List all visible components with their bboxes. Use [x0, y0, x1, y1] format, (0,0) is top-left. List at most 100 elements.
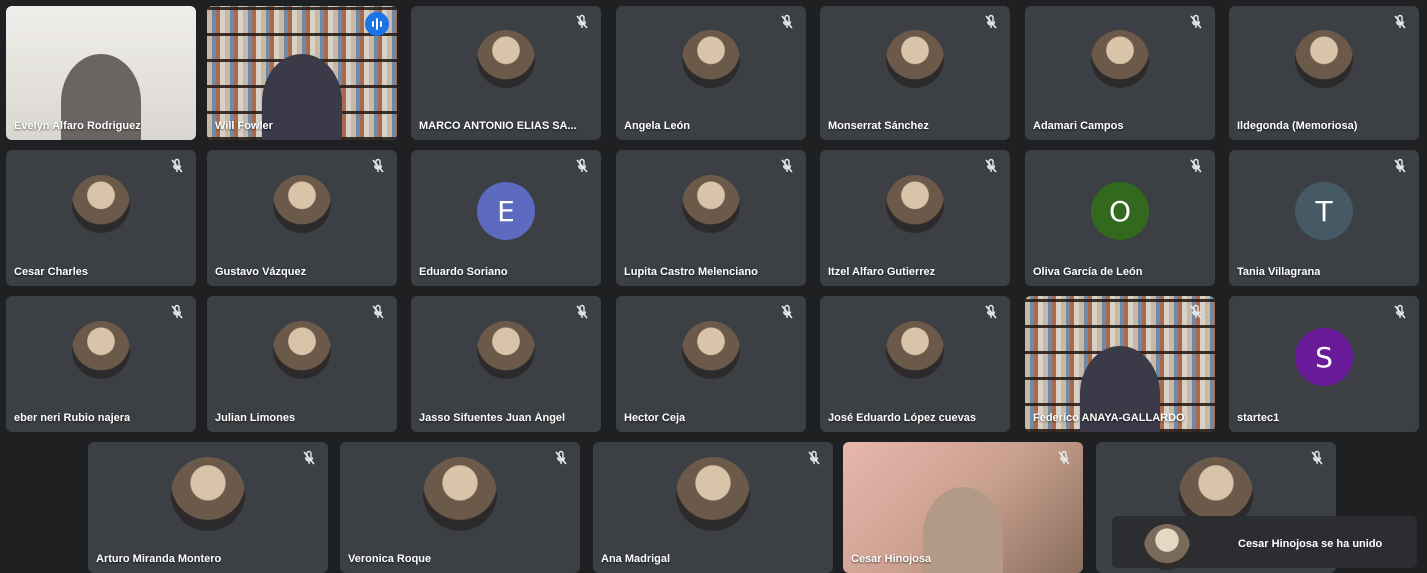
participant-tile[interactable]: Federico ANAYA-GALLARDO	[1025, 296, 1215, 432]
mic-off-icon	[1310, 450, 1324, 466]
avatar-photo	[682, 30, 740, 88]
mic-off-icon	[554, 450, 568, 466]
participant-tile[interactable]: MARCO ANTONIO ELIAS SA...	[411, 6, 601, 140]
notification-text: Cesar Hinojosa se ha unido	[1238, 538, 1383, 550]
mic-off-icon	[984, 304, 998, 320]
mic-off-icon	[1393, 14, 1407, 30]
participant-tile[interactable]: Ildegonda (Memoriosa)	[1229, 6, 1419, 140]
participant-name: Jasso Sifuentes Juan Ángel	[419, 412, 566, 424]
avatar-photo	[423, 456, 497, 531]
participant-tile[interactable]: Gustavo Vázquez	[207, 150, 397, 286]
mic-off-icon	[371, 158, 385, 174]
notification-avatar	[1144, 524, 1190, 570]
participant-tile[interactable]: Monserrat Sánchez	[820, 6, 1010, 140]
participant-tile[interactable]: eber neri Rubio najera	[6, 296, 196, 432]
mic-off-icon	[575, 14, 589, 30]
participant-tile[interactable]: Angela León	[616, 6, 806, 140]
participant-name: José Eduardo López cuevas	[828, 412, 976, 424]
mic-off-icon	[807, 450, 821, 466]
participant-tile[interactable]: Evelyn Alfaro Rodriguez	[6, 6, 196, 140]
participant-name: Cesar Charles	[14, 266, 88, 278]
participant-tile[interactable]: Julian Limones	[207, 296, 397, 432]
participant-tile[interactable]: Hector Ceja	[616, 296, 806, 432]
mic-off-icon	[575, 158, 589, 174]
participant-name: Monserrat Sánchez	[828, 120, 929, 132]
participant-name: Will Fowler	[215, 120, 273, 132]
participant-name: Veronica Roque	[348, 553, 432, 565]
avatar-photo	[1295, 30, 1353, 88]
participant-tile[interactable]: Veronica Roque	[340, 442, 580, 573]
participant-tile[interactable]: Adamari Campos	[1025, 6, 1215, 140]
participant-name: MARCO ANTONIO ELIAS SA...	[419, 120, 577, 132]
mic-off-icon	[1189, 14, 1203, 30]
participant-name: Gustavo Vázquez	[215, 266, 307, 278]
mic-off-icon	[170, 304, 184, 320]
participant-name: Eduardo Soriano	[419, 266, 508, 278]
mic-off-icon	[575, 304, 589, 320]
participant-name: Hector Ceja	[624, 412, 686, 424]
participant-name: Ana Madrigal	[601, 553, 671, 565]
participant-tile[interactable]: Itzel Alfaro Gutierrez	[820, 150, 1010, 286]
participant-name: Oliva García de León	[1033, 266, 1143, 278]
participant-grid: Evelyn Alfaro Rodriguez Will Fowler MARCO …	[0, 0, 1427, 573]
participant-name: Evelyn Alfaro Rodriguez	[14, 120, 141, 132]
participant-tile[interactable]: O Oliva García de León	[1025, 150, 1215, 286]
avatar-photo	[886, 321, 944, 379]
mic-off-icon	[984, 158, 998, 174]
participant-tile[interactable]: Cesar Hinojosa	[843, 442, 1083, 573]
mic-off-icon	[170, 158, 184, 174]
avatar-photo	[676, 456, 750, 531]
avatar-initial: O	[1091, 182, 1149, 240]
avatar-photo	[72, 175, 130, 233]
mic-off-icon	[1393, 304, 1407, 320]
mic-off-icon	[1393, 158, 1407, 174]
participant-tile[interactable]: José Eduardo López cuevas	[820, 296, 1010, 432]
mic-off-icon	[170, 14, 184, 30]
mic-off-icon	[1189, 158, 1203, 174]
participant-tile[interactable]: Sstartec1	[1229, 296, 1419, 432]
mic-off-icon	[780, 158, 794, 174]
participant-tile[interactable]: Ana Madrigal	[593, 442, 833, 573]
participant-tile[interactable]: Arturo Miranda Montero	[88, 442, 328, 573]
participant-name: Itzel Alfaro Gutierrez	[828, 266, 936, 278]
participant-tile[interactable]: Lupita Castro Melenciano	[616, 150, 806, 286]
participant-name: Tania Villagrana	[1237, 266, 1321, 278]
avatar-photo	[1091, 30, 1149, 88]
mic-off-icon	[302, 450, 316, 466]
avatar-photo	[886, 175, 944, 233]
avatar-photo	[682, 175, 740, 233]
avatar-photo	[72, 321, 130, 379]
mic-off-icon	[1057, 450, 1071, 466]
participant-name: Angela León	[624, 120, 691, 132]
avatar-initial: S	[1295, 328, 1353, 386]
participant-name: startec1	[1237, 412, 1280, 424]
participant-tile[interactable]: Will Fowler	[207, 6, 397, 140]
avatar-photo	[273, 175, 331, 233]
avatar-photo	[682, 321, 740, 379]
participant-video-silhouette	[262, 54, 342, 140]
participant-name: Ildegonda (Memoriosa)	[1237, 120, 1358, 132]
join-notification: Cesar Hinojosa se ha unido	[1112, 516, 1417, 570]
avatar-photo	[171, 456, 245, 531]
avatar-initial: T	[1295, 182, 1353, 240]
participant-name: Adamari Campos	[1033, 120, 1124, 132]
participant-name: eber neri Rubio najera	[14, 412, 131, 424]
participant-tile[interactable]: Jasso Sifuentes Juan Ángel	[411, 296, 601, 432]
participant-name: Lupita Castro Melenciano	[624, 266, 758, 278]
audio-level-icon	[365, 12, 389, 36]
mic-off-icon	[780, 304, 794, 320]
avatar-initial: E	[477, 182, 535, 240]
participant-tile[interactable]: T Tania Villagrana	[1229, 150, 1419, 286]
avatar-photo	[477, 30, 535, 88]
avatar-photo	[886, 30, 944, 88]
mic-off-icon	[371, 304, 385, 320]
participant-tile[interactable]: E Eduardo Soriano	[411, 150, 601, 286]
participant-video-silhouette	[923, 487, 1003, 573]
participant-tile[interactable]: Cesar Charles	[6, 150, 196, 286]
participant-name: Cesar Hinojosa	[851, 553, 932, 565]
mic-off-icon	[984, 14, 998, 30]
participant-name: Julian Limones	[215, 412, 296, 424]
mic-off-icon	[1189, 304, 1203, 320]
participant-name: Arturo Miranda Montero	[96, 553, 222, 565]
mic-off-icon	[780, 14, 794, 30]
